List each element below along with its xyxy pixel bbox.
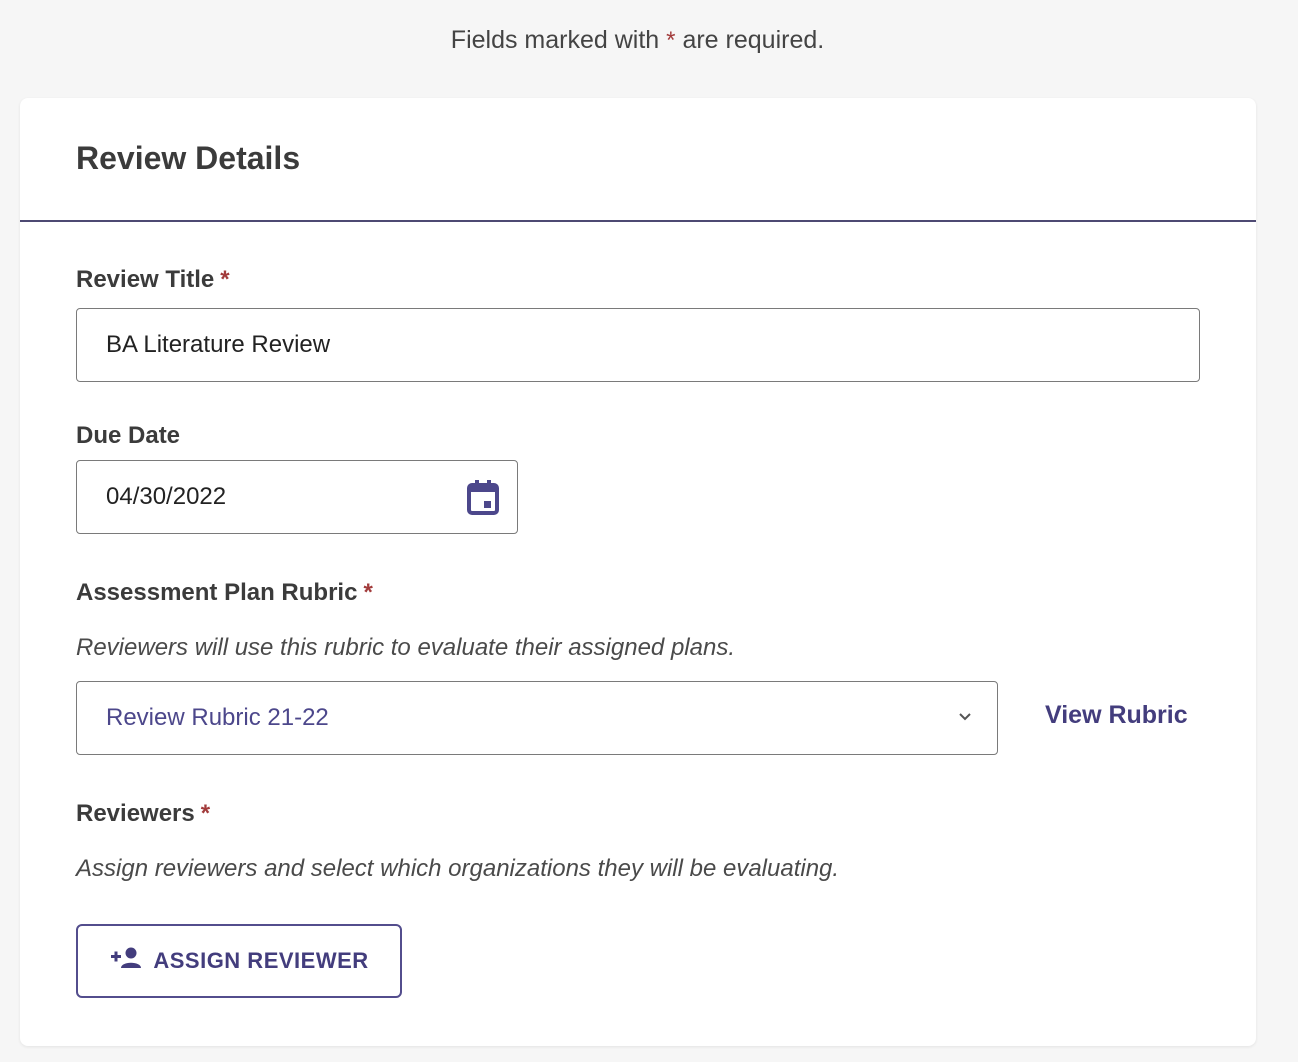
required-asterisk: *: [363, 579, 373, 606]
due-date-value: 04/30/2022: [106, 483, 227, 510]
add-person-icon: [109, 946, 143, 976]
due-date-input[interactable]: 04/30/2022: [76, 460, 518, 534]
due-date-label: Due Date: [76, 422, 180, 450]
rubric-selected-value: Review Rubric 21-22: [106, 704, 329, 731]
review-title-value: BA Literature Review: [106, 331, 331, 358]
card-header: Review Details: [20, 98, 1256, 222]
required-note-suffix: are required.: [682, 26, 825, 54]
required-asterisk: *: [200, 800, 211, 827]
rubric-select[interactable]: Review Rubric 21-22: [76, 681, 998, 755]
rubric-label: Assessment Plan Rubric *: [76, 579, 373, 607]
reviewers-label: Reviewers *: [76, 800, 210, 828]
reviewers-help-text: Assign reviewers and select which organi…: [76, 855, 840, 882]
review-title-label-text: Review Title: [76, 266, 215, 293]
due-date-label-text: Due Date: [76, 422, 181, 449]
rubric-help-text: Reviewers will use this rubric to evalua…: [76, 634, 735, 661]
chevron-down-icon: [955, 707, 975, 727]
rubric-label-text: Assessment Plan Rubric: [76, 579, 358, 606]
calendar-icon[interactable]: [463, 478, 503, 518]
required-fields-note: Fields marked with * are required.: [0, 26, 1275, 55]
required-asterisk: *: [220, 266, 230, 293]
required-asterisk: *: [666, 27, 676, 54]
review-title-input[interactable]: BA Literature Review: [76, 308, 1200, 382]
assign-reviewer-button[interactable]: ASSIGN REVIEWER: [76, 924, 402, 998]
review-details-card: Review Details Review Title * BA Literatu…: [20, 98, 1256, 1046]
view-rubric-link[interactable]: View Rubric: [1045, 701, 1188, 730]
card-title: Review Details: [76, 140, 301, 176]
reviewers-label-text: Reviewers: [76, 800, 195, 827]
assign-reviewer-label: ASSIGN REVIEWER: [153, 948, 369, 973]
required-note-prefix: Fields marked with: [450, 26, 660, 54]
review-title-label: Review Title *: [76, 266, 230, 294]
